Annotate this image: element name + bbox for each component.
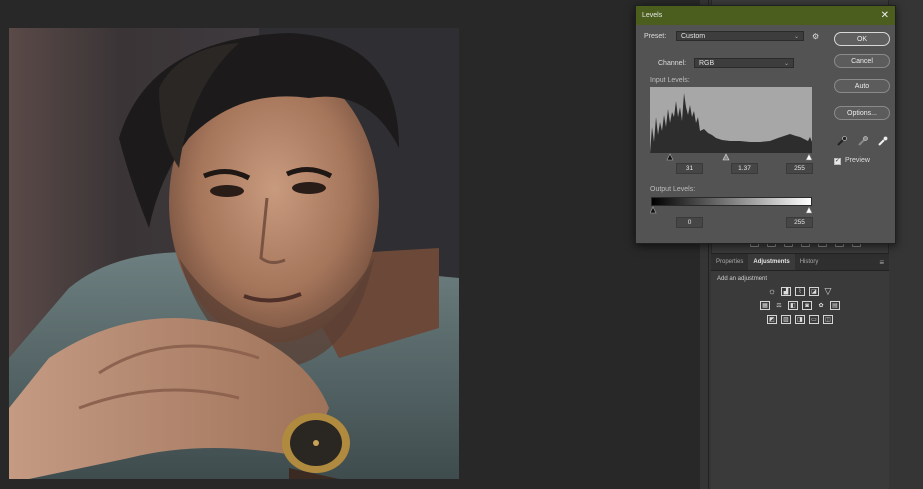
portrait-photo[interactable] <box>9 28 459 479</box>
posterize-icon[interactable]: ▨ <box>781 315 791 324</box>
levels-dialog: Levels ✕ Preset: Custom ⌄ ⚙ Channel: RGB… <box>635 5 896 244</box>
color-balance-icon[interactable]: ⚖ <box>774 301 784 310</box>
output-levels-label: Output Levels: <box>650 186 696 193</box>
input-white-handle[interactable] <box>805 153 813 161</box>
options-button[interactable]: Options... <box>834 106 890 120</box>
white-point-eyedropper-icon[interactable] <box>877 135 889 147</box>
add-adjustment-label: Add an adjustment <box>717 276 768 282</box>
dialog-title: Levels <box>642 12 663 19</box>
preset-value: Custom <box>681 32 706 40</box>
input-gamma-handle[interactable] <box>722 153 730 161</box>
tab-properties[interactable]: Properties <box>711 254 748 270</box>
preset-dropdown[interactable]: Custom ⌄ <box>676 31 804 41</box>
preset-options-gear-icon[interactable]: ⚙ <box>812 32 819 41</box>
preview-label: Preview <box>845 157 870 164</box>
histogram-graph <box>650 93 812 153</box>
adjustment-icons-row-3: ◩ ▨ ◨ ▭ ◫ <box>711 315 889 324</box>
chevron-down-icon: ⌄ <box>783 60 789 67</box>
output-white-field[interactable]: 255 <box>786 217 813 228</box>
output-levels-gradient <box>651 197 812 206</box>
black-point-eyedropper-icon[interactable] <box>836 135 848 147</box>
tab-history[interactable]: History <box>795 254 824 270</box>
channel-value: RGB <box>699 59 715 67</box>
ok-button[interactable]: OK <box>834 32 890 46</box>
gradient-map-icon[interactable]: ▭ <box>809 315 819 324</box>
chevron-down-icon: ⌄ <box>793 33 799 40</box>
channel-label: Channel: <box>658 60 687 67</box>
auto-button[interactable]: Auto <box>834 79 890 93</box>
close-icon[interactable]: ✕ <box>881 10 889 21</box>
document-canvas[interactable] <box>0 0 700 489</box>
input-black-field[interactable]: 31 <box>676 163 703 174</box>
invert-icon[interactable]: ◩ <box>767 315 777 324</box>
levels-histogram <box>650 87 812 153</box>
exposure-icon[interactable]: ◪ <box>809 287 819 296</box>
input-levels-label: Input Levels: <box>650 77 690 84</box>
output-levels-slider[interactable] <box>649 206 813 214</box>
input-gamma-field[interactable]: 1.37 <box>731 163 758 174</box>
dialog-titlebar[interactable]: Levels ✕ <box>636 6 895 25</box>
output-black-handle[interactable] <box>649 206 657 214</box>
levels-icon[interactable]: ▟ <box>781 287 791 296</box>
black-white-icon[interactable]: ◧ <box>788 301 798 310</box>
threshold-icon[interactable]: ◨ <box>795 315 805 324</box>
output-black-field[interactable]: 0 <box>676 217 703 228</box>
color-lookup-icon[interactable]: ▤ <box>830 301 840 310</box>
hue-saturation-icon[interactable]: ▦ <box>760 301 770 310</box>
adjustment-icons-row-1: ☼ ▟ ⌇ ◪ ▽ <box>711 287 889 296</box>
channel-mixer-icon[interactable]: ✿ <box>816 301 826 310</box>
brightness-contrast-icon[interactable]: ☼ <box>767 287 777 296</box>
portrait-illustration <box>9 28 459 479</box>
photo-filter-icon[interactable]: ◙ <box>802 301 812 310</box>
output-white-handle[interactable] <box>805 206 813 214</box>
selective-color-icon[interactable]: ◫ <box>823 315 833 324</box>
preset-label: Preset: <box>644 33 667 40</box>
channel-dropdown[interactable]: RGB ⌄ <box>694 58 794 68</box>
curves-icon[interactable]: ⌇ <box>795 287 805 296</box>
gray-point-eyedropper-icon[interactable] <box>857 135 869 147</box>
adjustments-panel-tabs: Properties Adjustments History ≡ <box>711 254 889 271</box>
input-white-field[interactable]: 255 <box>786 163 813 174</box>
input-black-handle[interactable] <box>666 153 674 161</box>
adjustments-panel: Properties Adjustments History ≡ Add an … <box>711 253 889 489</box>
tab-adjustments[interactable]: Adjustments <box>748 254 795 270</box>
input-levels-slider[interactable] <box>650 153 813 161</box>
panel-menu-icon[interactable]: ≡ <box>874 254 889 270</box>
preview-checkbox[interactable]: ✓ <box>834 158 841 165</box>
adjustment-icons-row-2: ▦ ⚖ ◧ ◙ ✿ ▤ <box>711 301 889 310</box>
cancel-button[interactable]: Cancel <box>834 54 890 68</box>
vibrance-icon[interactable]: ▽ <box>823 287 833 296</box>
